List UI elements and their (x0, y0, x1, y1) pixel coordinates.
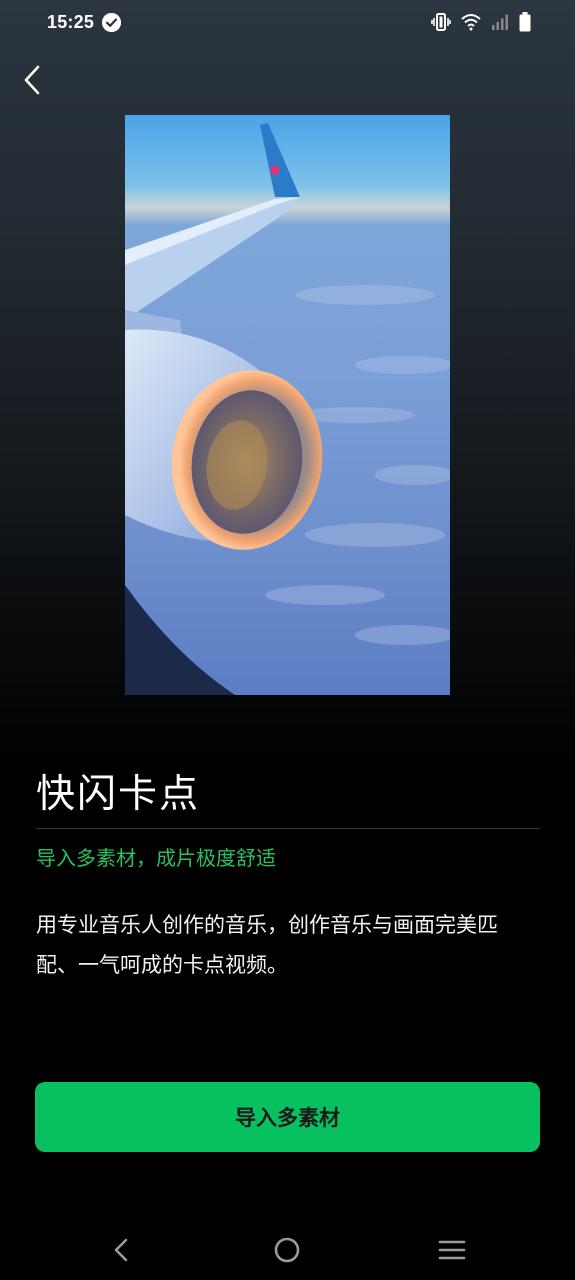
nav-home-button[interactable] (267, 1235, 307, 1265)
system-nav-bar (0, 1215, 575, 1280)
wifi-icon (461, 13, 481, 35)
subtitle: 导入多素材，成片极度舒适 (36, 846, 276, 870)
status-time: 15:25 (47, 12, 95, 32)
page-title: 快闪卡点 (36, 772, 201, 817)
divider (36, 828, 540, 829)
nav-back-button[interactable] (101, 1235, 141, 1265)
battery-icon (519, 12, 531, 36)
status-bar: 15:25 (0, 0, 575, 48)
back-triangle-icon (114, 1238, 128, 1262)
chevron-left-icon (24, 65, 40, 95)
status-icons (431, 12, 531, 36)
video-preview[interactable] (125, 115, 450, 695)
airplane-wing-video-thumbnail (125, 115, 450, 695)
menu-lines-icon (438, 1240, 466, 1260)
nav-menu-button[interactable] (432, 1235, 472, 1265)
signal-icon (491, 13, 509, 35)
home-circle-icon (274, 1237, 300, 1263)
vibrate-icon (431, 13, 451, 35)
import-materials-button[interactable]: 导入多素材 (35, 1082, 540, 1152)
back-button[interactable] (18, 62, 48, 98)
check-circle-icon (102, 13, 121, 32)
description: 用专业音乐人创作的音乐，创作音乐与画面完美匹配、一气呵成的卡点视频。 (36, 913, 498, 977)
